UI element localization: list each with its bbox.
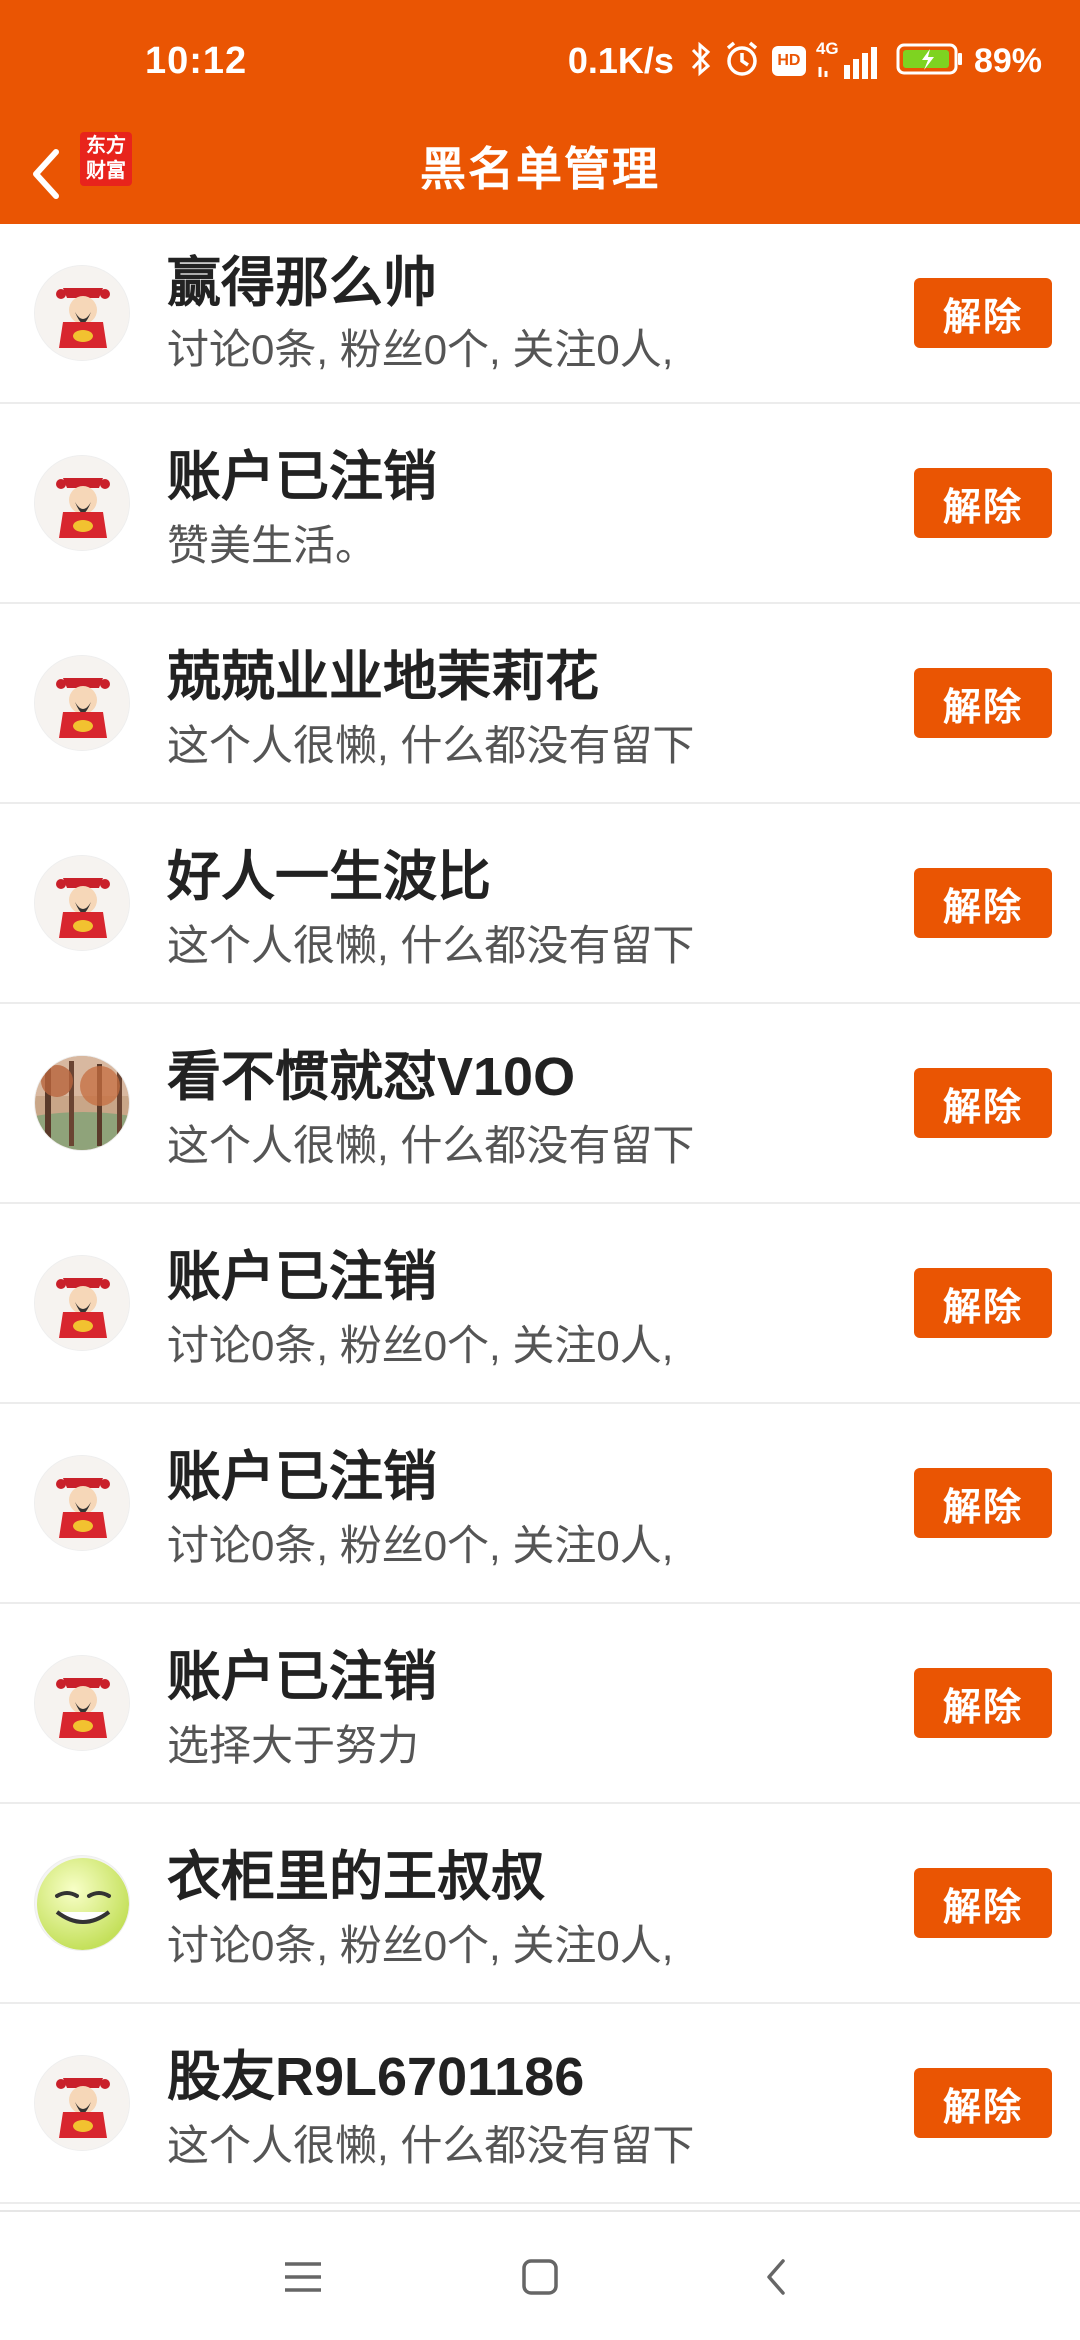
user-description: 赞美生活。 (167, 522, 378, 569)
user-name: 账户已注销 (167, 1647, 437, 1707)
blacklist-row[interactable]: 好人一生波比这个人很懒, 什么都没有留下 解除 (0, 804, 1080, 1004)
page-title: 黑名单管理 (420, 143, 660, 195)
blacklist-row[interactable]: 股友R9L6701186 这个人很懒, 什么都没有留下 解除 (0, 2004, 1080, 2204)
signal-icon: 4G (816, 39, 886, 81)
caishen-avatar[interactable] (34, 655, 130, 751)
battery-percent: 89% (973, 41, 1042, 80)
home-icon (522, 2259, 558, 2295)
network-speed: 0.1K/s (567, 40, 674, 81)
hd-icon: HD (771, 46, 806, 76)
caishen-avatar[interactable] (34, 1655, 130, 1751)
back-icon (767, 2259, 785, 2295)
user-name: 账户已注销 (167, 447, 437, 507)
user-description: 这个人很懒, 什么都没有留下 (167, 722, 695, 769)
photo-avatar[interactable] (34, 1055, 130, 1151)
status-bar: 10:12 0.1K/s HD 4G 89% (0, 0, 1080, 124)
user-name: 股友R9L6701186 (167, 2047, 585, 2107)
unblock-button[interactable]: 解除 (914, 1268, 1052, 1338)
smiley-avatar[interactable] (34, 1855, 130, 1951)
user-description: 这个人很懒, 什么都没有留下 (167, 2122, 695, 2169)
user-name: 兢兢业业地茉莉花 (167, 647, 599, 707)
unblock-button[interactable]: 解除 (914, 278, 1052, 348)
blacklist-row[interactable]: 账户已注销讨论0条, 粉丝0个, 关注0人, 解除 (0, 1204, 1080, 1404)
battery-icon (896, 41, 964, 82)
user-description: 讨论0条, 粉丝0个, 关注0人, (167, 1322, 674, 1369)
user-name: 账户已注销 (167, 1247, 437, 1307)
unblock-button[interactable]: 解除 (914, 468, 1052, 538)
unblock-button[interactable]: 解除 (914, 868, 1052, 938)
caishen-avatar[interactable] (34, 855, 130, 951)
user-name: 赢得那么帅 (167, 253, 437, 313)
bluetooth-icon (690, 40, 712, 83)
user-description: 这个人很懒, 什么都没有留下 (167, 1122, 695, 1169)
blacklist-row[interactable]: 衣柜里的王叔叔讨论0条, 粉丝0个, 关注0人, 解除 (0, 1804, 1080, 2004)
unblock-button[interactable]: 解除 (914, 2068, 1052, 2138)
blacklist-list: 赢得那么帅 讨论0条, 粉丝0个, 关注0人, 解除 账户已注销 赞美生活。 解除 兢兢业业… (0, 224, 1080, 2204)
unblock-button[interactable]: 解除 (914, 1068, 1052, 1138)
unblock-button[interactable]: 解除 (914, 1468, 1052, 1538)
user-description: 选择大于努力 (167, 1722, 420, 1769)
caishen-avatar[interactable] (34, 265, 130, 361)
home-button[interactable] (510, 2252, 570, 2302)
user-description: 讨论0条, 粉丝0个, 关注0人, (167, 326, 674, 373)
user-description: 讨论0条, 粉丝0个, 关注0人, (167, 1922, 674, 1969)
blacklist-row[interactable]: 兢兢业业地茉莉花这个人很懒, 什么都没有留下 解除 (0, 604, 1080, 804)
user-description: 这个人很懒, 什么都没有留下 (167, 922, 695, 969)
user-description: 讨论0条, 粉丝0个, 关注0人, (167, 1522, 674, 1569)
user-name: 看不惯就怼V10O (167, 1047, 576, 1107)
unblock-button[interactable]: 解除 (914, 1668, 1052, 1738)
blacklist-row[interactable]: 赢得那么帅讨论0条, 粉丝0个, 关注0人, 解除 (0, 224, 1080, 404)
menu-button[interactable] (273, 2252, 333, 2302)
caishen-avatar[interactable] (34, 455, 130, 551)
user-name: 好人一生波比 (167, 847, 491, 907)
unblock-button[interactable]: 解除 (914, 1868, 1052, 1938)
menu-icon (285, 2262, 321, 2292)
system-nav-bar (0, 2210, 1080, 2340)
status-time: 10:12 (145, 40, 248, 82)
unblock-button[interactable]: 解除 (914, 668, 1052, 738)
nav-back-button[interactable] (746, 2252, 806, 2302)
user-name: 账户已注销 (167, 1447, 437, 1507)
caishen-avatar[interactable] (34, 1455, 130, 1551)
blacklist-row[interactable]: 账户已注销讨论0条, 粉丝0个, 关注0人, 解除 (0, 1404, 1080, 1604)
blacklist-row[interactable]: 账户已注销选择大于努力 解除 (0, 1604, 1080, 1804)
user-name: 衣柜里的王叔叔 (167, 1847, 545, 1907)
alarm-icon (722, 39, 762, 84)
status-icons: 0.1K/s HD 4G 89% (568, 36, 1042, 86)
caishen-avatar[interactable] (34, 1255, 130, 1351)
blacklist-row[interactable]: 账户已注销赞美生活。 解除 (0, 404, 1080, 604)
blacklist-row[interactable]: 看不惯就怼V10O 这个人很懒, 什么都没有留下 解除 (0, 1004, 1080, 1204)
caishen-avatar[interactable] (34, 2055, 130, 2151)
